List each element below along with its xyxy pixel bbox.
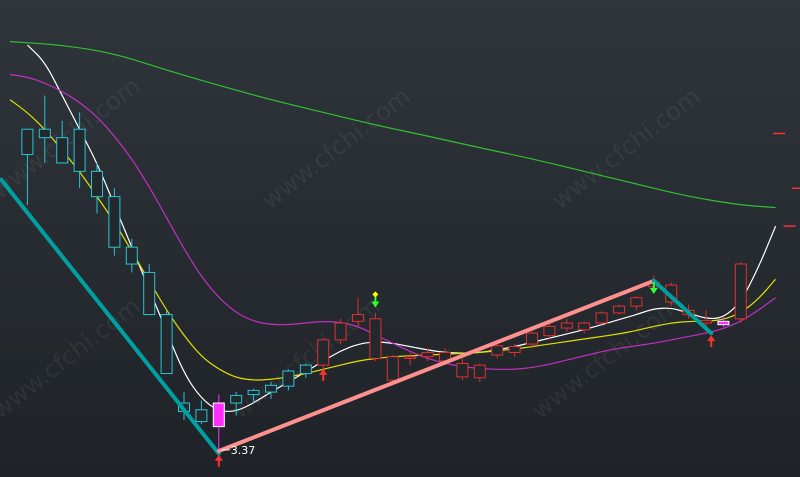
candle xyxy=(91,162,103,214)
candle-body xyxy=(543,325,556,337)
candle xyxy=(595,311,608,325)
candle xyxy=(630,296,643,311)
candle-body xyxy=(352,314,364,322)
buy-arrow-icon xyxy=(707,335,716,348)
candle xyxy=(404,352,417,366)
candle xyxy=(212,394,225,452)
candle-body xyxy=(143,271,156,316)
watermark-layer: www.cfchi.com www.cfchi.com www.cfchi.comw… xyxy=(0,72,705,425)
candle-body xyxy=(195,409,208,423)
candle-body xyxy=(247,389,260,396)
candle-body xyxy=(38,128,51,139)
candle xyxy=(195,400,208,425)
candle xyxy=(369,312,382,361)
candle-body xyxy=(265,384,277,393)
candle-body xyxy=(508,346,521,353)
candle-body xyxy=(369,318,382,359)
buy-arrow-icon xyxy=(319,368,328,381)
candle-body xyxy=(578,322,591,331)
candle-body xyxy=(212,402,225,428)
chart-canvas: www.cfchi.com www.cfchi.com www.cfchi.comw… xyxy=(0,41,800,467)
overlay-layer xyxy=(773,132,800,227)
low-price-label: 3.37 xyxy=(231,444,256,457)
candle-body xyxy=(108,196,121,248)
candle xyxy=(160,310,173,375)
diamond-icon xyxy=(372,291,379,298)
candle-body xyxy=(91,170,103,198)
watermark-text: www.cfchi.com xyxy=(0,292,145,425)
candle-body xyxy=(526,332,538,345)
candle-body xyxy=(56,137,69,164)
candle-body xyxy=(230,394,243,404)
candle xyxy=(560,318,573,332)
candle-body xyxy=(404,356,417,359)
candle xyxy=(578,321,591,334)
candle-body xyxy=(125,246,138,265)
candle xyxy=(456,358,469,381)
candle xyxy=(473,363,486,382)
candle-body xyxy=(160,314,173,375)
watermark-text: www.cfchi.com xyxy=(526,292,685,425)
candlestick-chart: www.cfchi.com www.cfchi.com www.cfchi.com w… xyxy=(0,0,800,477)
candle-body xyxy=(473,364,486,379)
candle-body xyxy=(317,339,330,366)
arrow-head xyxy=(214,454,223,461)
buy-arrow-icon xyxy=(214,454,223,467)
candle xyxy=(613,304,625,315)
candle-body xyxy=(560,322,573,329)
candle xyxy=(334,318,347,345)
candle-body xyxy=(334,322,347,341)
candle-body xyxy=(73,128,86,172)
candle-body xyxy=(386,356,399,381)
candle-body xyxy=(630,297,643,307)
candle-body xyxy=(734,263,747,320)
arrow-head xyxy=(649,287,658,294)
candle xyxy=(108,188,121,256)
candle-body xyxy=(299,364,312,375)
candle xyxy=(317,338,330,370)
candle-body xyxy=(421,351,434,358)
candle-body xyxy=(21,128,34,156)
candle-body xyxy=(456,362,469,378)
candle xyxy=(143,264,156,316)
arrow-head xyxy=(707,335,716,342)
candle-body xyxy=(595,312,608,324)
candle-body xyxy=(717,320,730,326)
candle xyxy=(734,262,747,323)
candle-body xyxy=(491,345,504,356)
candle-body xyxy=(282,370,295,387)
candle-body xyxy=(613,305,625,314)
